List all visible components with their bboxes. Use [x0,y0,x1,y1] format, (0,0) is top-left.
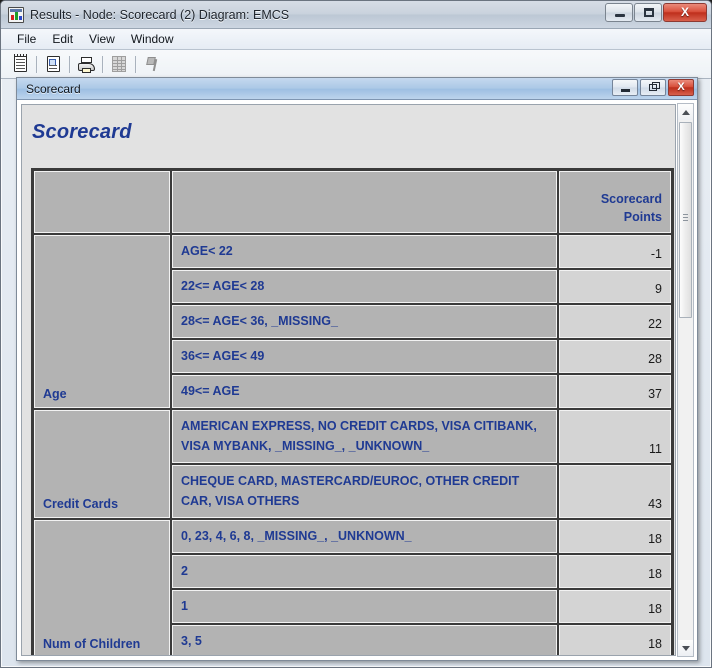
scorecard-table-head: Scorecard Points [34,171,671,233]
menu-item-window[interactable]: Window [124,31,181,47]
report-icon [46,56,60,72]
row-points: 22 [559,305,671,338]
results-window: Results - Node: Scorecard (2) Diagram: E… [0,0,712,668]
scorecard-table-body: Age AGE< 22 -1 22<= AGE< 28 9 28<= AGE< … [34,235,671,655]
scorecard-document: Scorecard Scorecard Points Age AGE< 22 -… [22,105,675,655]
toolbar-separator-3 [102,55,103,73]
scorecard-table: Scorecard Points Age AGE< 22 -1 22<= AGE… [31,168,674,655]
row-level: 1 [172,590,557,623]
print-icon [77,56,95,73]
row-points: 18 [559,590,671,623]
row-level: 2 [172,555,557,588]
row-level: 36<= AGE< 49 [172,340,557,373]
row-level: AMERICAN EXPRESS, NO CREDIT CARDS, VISA … [172,410,557,463]
row-points: -1 [559,235,671,268]
row-points: 11 [559,410,671,463]
row-points: 28 [559,340,671,373]
scrollbar-thumb[interactable] [679,122,692,318]
close-button[interactable]: X [663,3,707,22]
column-header-level [172,171,557,233]
row-level: AGE< 22 [172,235,557,268]
row-level: 28<= AGE< 36, _MISSING_ [172,305,557,338]
table-row: Age AGE< 22 -1 [34,235,671,408]
maximize-button[interactable] [634,3,662,22]
scorecard-minimize-button[interactable] [612,79,638,96]
scorecard-window-body: Scorecard Scorecard Points Age AGE< 22 -… [17,100,697,660]
menu-item-view[interactable]: View [82,31,122,47]
row-level: CHEQUE CARD, MASTERCARD/EUROC, OTHER CRE… [172,465,557,518]
pin-icon [145,56,160,72]
column-header-category [34,171,170,233]
scorecard-window-controls: X [610,79,694,96]
pin-button [141,53,163,75]
row-points: 18 [559,555,671,588]
scorecard-close-button[interactable]: X [668,79,694,96]
points-header-line1: Scorecard [600,191,662,206]
table-button [108,53,130,75]
scorecard-scroll-area[interactable]: Scorecard Scorecard Points Age AGE< 22 -… [22,105,675,655]
window-title-bar: Results - Node: Scorecard (2) Diagram: E… [1,1,711,29]
column-header-scorecard-points: Scorecard Points [559,171,671,233]
toolbar-separator-2 [69,55,70,73]
row-points: 9 [559,270,671,303]
scorecard-window-title: Scorecard [26,81,81,96]
toolbar-separator-4 [135,55,136,73]
table-header-row: Scorecard Points [34,171,671,233]
menu-bar: File Edit View Window [1,29,711,50]
vertical-scrollbar[interactable] [677,103,694,657]
row-points: 18 [559,625,671,655]
chevron-down-icon [681,645,690,651]
row-category: Age [34,235,170,408]
chevron-up-icon [681,109,690,115]
row-level: 3, 5 [172,625,557,655]
results-window-icon [8,6,24,23]
row-points: 43 [559,465,671,518]
window-controls: X [604,3,707,22]
scorecard-window-title-bar: Scorecard X [17,78,697,100]
row-category: Num of Children [34,520,170,655]
table-row: Num of Children 0, 23, 4, 6, 8, _MISSING… [34,520,671,655]
scroll-down-button[interactable] [678,640,693,656]
row-level: 49<= AGE [172,375,557,408]
report-button[interactable] [42,53,64,75]
table-icon [112,56,126,72]
row-points: 37 [559,375,671,408]
row-points: 18 [559,520,671,553]
toolbar [1,50,711,79]
print-button[interactable] [75,53,97,75]
notes-icon [13,54,27,72]
scorecard-content-frame: Scorecard Scorecard Points Age AGE< 22 -… [21,104,676,656]
menu-item-edit[interactable]: Edit [45,31,80,47]
row-category: Credit Cards [34,410,170,518]
window-title: Results - Node: Scorecard (2) Diagram: E… [30,7,290,22]
toolbar-separator-1 [36,55,37,73]
scorecard-restore-button[interactable] [640,79,666,96]
page-title: Scorecard [32,121,132,143]
scrollbar-grip-icon [683,217,688,218]
row-level: 22<= AGE< 28 [172,270,557,303]
points-header-line2: Points [623,209,662,224]
table-row: Credit Cards AMERICAN EXPRESS, NO CREDIT… [34,410,671,518]
menu-item-file[interactable]: File [10,31,43,47]
notes-button[interactable] [9,53,31,75]
row-level: 0, 23, 4, 6, 8, _MISSING_, _UNKNOWN_ [172,520,557,553]
scorecard-window: Scorecard X Scorecard Scorecard Points A… [16,77,698,661]
close-icon: X [680,5,689,19]
scroll-up-button[interactable] [678,104,693,120]
minimize-button[interactable] [605,3,633,22]
scorecard-close-icon: X [677,81,685,93]
